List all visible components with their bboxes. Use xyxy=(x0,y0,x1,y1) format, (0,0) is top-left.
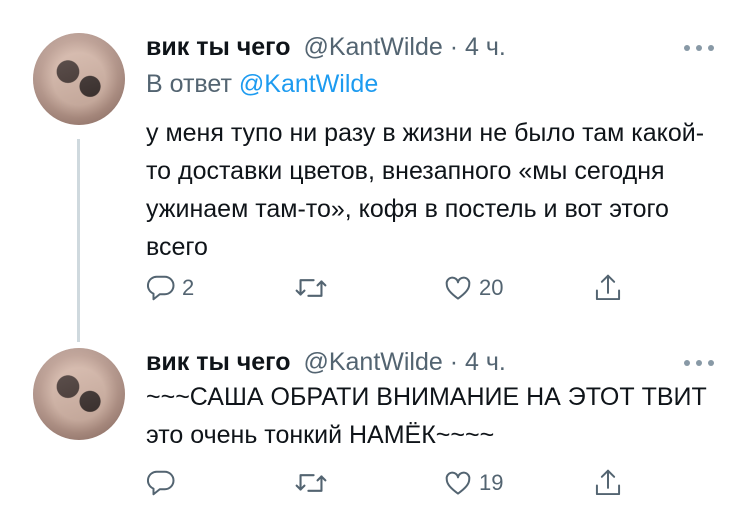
like-count: 19 xyxy=(479,470,504,495)
retweet-icon xyxy=(295,474,327,492)
share-icon xyxy=(595,469,621,496)
tweet-text: ~~~САША ОБРАТИ ВНИМАНИЕ НА ЭТОТ ТВИТ это… xyxy=(146,383,707,449)
tweet-2[interactable]: вик ты чего @KantWilde · 4 ч. ~~~САША ОБ… xyxy=(0,0,750,506)
timestamp[interactable]: 4 ч. xyxy=(465,348,506,376)
tweet-header: вик ты чего @KantWilde · 4 ч. xyxy=(146,348,506,377)
share-button[interactable] xyxy=(593,465,623,501)
more-icon[interactable] xyxy=(684,359,714,367)
retweet-button[interactable] xyxy=(294,465,328,501)
like-button[interactable]: 19 xyxy=(443,465,503,501)
reply-button[interactable] xyxy=(146,465,182,501)
author-handle[interactable]: @KantWilde xyxy=(303,348,442,376)
reply-icon xyxy=(146,470,175,496)
heart-icon xyxy=(445,471,471,495)
separator-dot: · xyxy=(449,348,459,376)
avatar[interactable] xyxy=(33,348,125,440)
author-name[interactable]: вик ты чего xyxy=(146,348,291,376)
tweet-actions: 19 xyxy=(146,465,646,501)
